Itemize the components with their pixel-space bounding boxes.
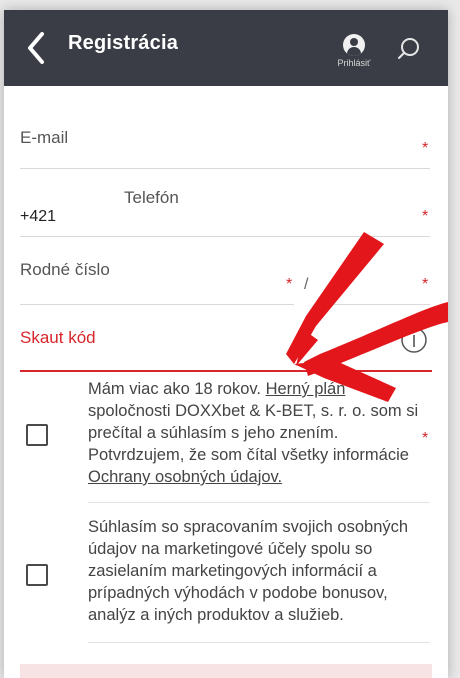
birth-number-underline xyxy=(20,304,294,305)
consent-text-part: Mám viac ako 18 rokov. xyxy=(88,380,266,398)
login-label: Prihlásiť xyxy=(337,58,371,68)
consent-marketing: Súhlasím so spracovaním svojich osobných… xyxy=(20,516,434,643)
info-icon[interactable] xyxy=(400,326,428,354)
birth-number-suffix-underline xyxy=(332,304,430,305)
user-icon xyxy=(343,34,365,56)
search-button[interactable] xyxy=(396,36,422,62)
birth-number-required-mark: * xyxy=(286,276,293,293)
chevron-left-icon xyxy=(28,32,44,64)
email-underline xyxy=(20,168,430,169)
submit-button-edge[interactable] xyxy=(20,664,432,678)
consent-required-mark: * xyxy=(422,430,429,447)
birth-number-field[interactable]: Rodné číslo * / * xyxy=(20,254,430,306)
consent-marketing-text: Súhlasím so spracovaním svojich osobných… xyxy=(88,518,409,624)
registration-screen: Registrácia Prihlásiť E-mail * +421 Tele… xyxy=(4,10,448,678)
phone-underline xyxy=(20,236,430,237)
consent-age-terms-text: Mám viac ako 18 rokov. Herný plán spoloč… xyxy=(88,378,422,488)
phone-label: Telefón xyxy=(124,188,179,207)
consent-marketing-checkbox[interactable] xyxy=(26,564,48,586)
email-field[interactable]: E-mail * xyxy=(20,120,430,170)
consent-divider xyxy=(88,642,430,643)
birth-number-separator: / xyxy=(304,276,309,293)
privacy-policy-link[interactable]: Ochrany osobných údajov. xyxy=(88,468,282,486)
back-button[interactable] xyxy=(22,30,52,66)
game-plan-link[interactable]: Herný plán xyxy=(266,380,346,398)
consent-text-part: spoločnosti DOXXbet & K-BET, s. r. o. so… xyxy=(88,402,419,464)
login-button[interactable]: Prihlásiť xyxy=(328,34,380,84)
email-required-mark: * xyxy=(422,140,429,157)
scout-code-field[interactable]: Skaut kód xyxy=(20,320,432,372)
top-bar: Registrácia Prihlásiť xyxy=(4,10,448,86)
scout-code-underline xyxy=(20,370,432,372)
consent-age-terms-checkbox[interactable] xyxy=(26,424,48,446)
scout-code-label: Skaut kód xyxy=(20,328,96,347)
page-title: Registrácia xyxy=(68,32,179,54)
birth-number-suffix-required-mark: * xyxy=(422,276,429,293)
consent-divider xyxy=(88,502,430,503)
phone-required-mark: * xyxy=(422,208,429,225)
phone-prefix: +421 xyxy=(20,208,57,225)
consent-age-terms: Mám viac ako 18 rokov. Herný plán spoloč… xyxy=(20,378,434,504)
birth-number-label: Rodné číslo xyxy=(20,260,110,279)
search-icon xyxy=(398,38,419,59)
phone-field[interactable]: +421 Telefón * xyxy=(20,186,430,238)
email-label: E-mail xyxy=(20,128,69,147)
